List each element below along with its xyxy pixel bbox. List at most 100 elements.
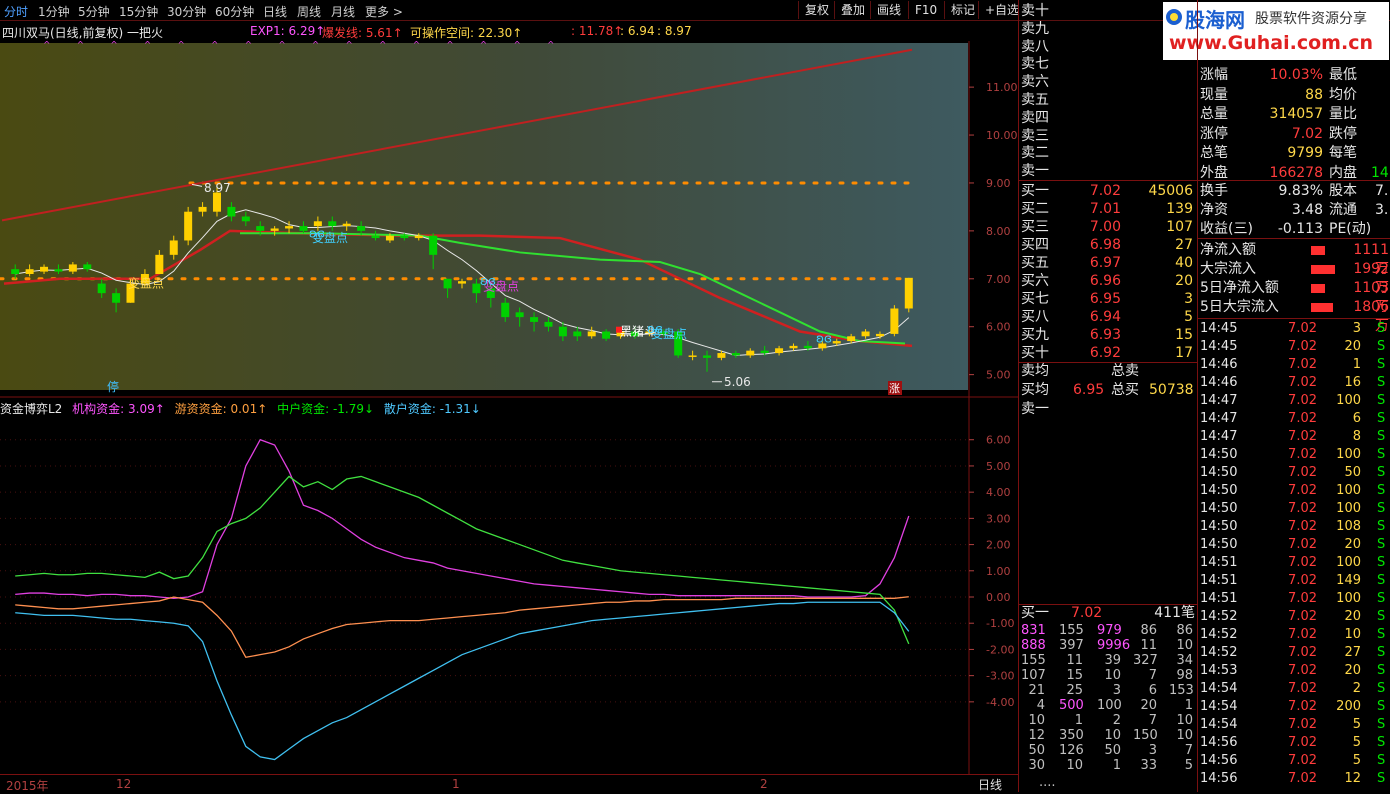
queue-cell: 888 (1021, 638, 1046, 653)
indicator-tick-label: 3.00 (986, 512, 1011, 525)
price-chart[interactable]: × × × × × × × × × × × × × × × × 11.00 10.00 9.00 8.00 7.00 6.… (0, 41, 1018, 398)
hot-fund-value: 游资资金: 0.01↑ (174, 402, 268, 416)
retail-fund-value: 散户资金: -1.31↓ (383, 402, 481, 416)
tab-30min[interactable]: 30分钟 (167, 3, 206, 20)
buy-level-row[interactable]: 买五 6.97 40 (1019, 254, 1197, 272)
tab-daily[interactable]: 日线 (263, 3, 287, 20)
buy-level-label: 买四 (1021, 237, 1049, 253)
tick-side: S (1377, 537, 1386, 552)
tick-price: 7.02 (1288, 339, 1317, 354)
value-1: : 11.78↑ (571, 24, 624, 38)
buy-avg-value: 6.95 (1073, 382, 1105, 398)
tick-side: S (1377, 663, 1386, 678)
candle[interactable] (184, 206, 193, 246)
tab-more[interactable]: 更多 > (365, 3, 403, 20)
tick-row: 14:45 7.02 3 S (1197, 320, 1390, 338)
price-tick-label: 6.00 (986, 321, 1011, 334)
top-marker: × (513, 41, 521, 47)
candle[interactable] (890, 305, 899, 337)
price-tick-label: 10.00 (986, 129, 1018, 142)
queue-cell: 1 (1074, 713, 1083, 728)
mark-button[interactable]: 标记 (944, 1, 981, 19)
tick-time: 14:47 (1200, 411, 1238, 426)
logo-cn: 股海网 (1185, 8, 1245, 32)
tick-row: 14:52 7.02 27 S (1197, 644, 1390, 662)
buy-level-row[interactable]: 买四 6.98 27 (1019, 236, 1197, 254)
tick-row: 14:52 7.02 20 S (1197, 608, 1390, 626)
queue-cell: 150 (1133, 728, 1158, 743)
f10-button[interactable]: F10 (908, 1, 943, 19)
tick-time: 14:52 (1200, 627, 1238, 642)
price-tick-label: 8.00 (986, 225, 1011, 238)
queue-cell: 11 (1066, 653, 1083, 668)
buy-avg-label: 买均 (1021, 382, 1049, 398)
candle[interactable] (904, 277, 913, 313)
tick-price: 7.02 (1288, 627, 1317, 642)
mid-fund-value: 中户资金: -1.79↓ (277, 402, 375, 416)
draw-line-button[interactable]: 画线 (870, 1, 907, 19)
tick-price: 7.02 (1288, 447, 1317, 462)
tick-side: S (1377, 753, 1386, 768)
buy-level-row[interactable]: 买七 6.95 3 (1019, 290, 1197, 308)
indicator-tick-label: 2.00 (986, 539, 1011, 552)
stat-label: 现量 (1200, 86, 1228, 103)
sell-level-label: 卖六 (1021, 74, 1049, 91)
tick-row: 14:50 7.02 20 S (1197, 536, 1390, 554)
stat-label: 涨幅 (1200, 67, 1228, 83)
buy-level-row[interactable]: 买三 7.00 107 (1019, 218, 1197, 236)
tick-row: 14:51 7.02 149 S (1197, 572, 1390, 590)
queue-cell: 1 (1112, 758, 1121, 773)
tick-volume: 100 (1336, 501, 1361, 516)
restore-rights-button[interactable]: 复权 (798, 1, 835, 19)
tick-row: 14:56 7.02 5 S (1197, 734, 1390, 752)
tick-time: 14:51 (1200, 555, 1238, 570)
buy-level-row[interactable]: 买十 6.92 17 (1019, 344, 1197, 362)
queue-cell: 6 (1148, 683, 1157, 698)
tab-monthly[interactable]: 月线 (331, 3, 355, 20)
indicator-chart[interactable]: 6.00 5.00 4.00 3.00 2.00 1.00 0.00 -1.00 -2.00 -3… (0, 398, 1018, 774)
queue-more[interactable]: .... (1039, 775, 1056, 790)
tick-price: 7.02 (1288, 717, 1317, 732)
queue-cell: 155 (1021, 653, 1046, 668)
flow-value: 1103万 (1353, 280, 1389, 315)
buy-level-label: 买五 (1021, 255, 1049, 271)
tick-time: 14:56 (1200, 735, 1238, 750)
flow-bar (1311, 284, 1325, 293)
buy-level-row[interactable]: 买六 6.96 20 (1019, 272, 1197, 290)
tick-row: 14:45 7.02 20 S (1197, 338, 1390, 356)
tick-side: S (1377, 555, 1386, 570)
tab-intraday[interactable]: 分时 (4, 3, 28, 20)
tick-volume: 5 (1352, 753, 1361, 768)
queue-cell: 25 (1066, 683, 1083, 698)
divider (1197, 318, 1390, 319)
tab-5min[interactable]: 5分钟 (78, 3, 110, 20)
tick-time: 14:50 (1200, 447, 1238, 462)
buy-level-volume: 20 (1175, 273, 1193, 289)
tick-row: 14:50 7.02 108 S (1197, 518, 1390, 536)
buy-level-row[interactable]: 买九 6.93 15 (1019, 326, 1197, 344)
queue-cell: 10 (1104, 668, 1121, 683)
buy-level-row[interactable]: 买一 7.02 45006 (1019, 182, 1197, 200)
tab-1min[interactable]: 1分钟 (38, 3, 70, 20)
tick-price: 7.02 (1288, 393, 1317, 408)
tab-60min[interactable]: 60分钟 (215, 3, 254, 20)
queue-cell: 33 (1140, 758, 1157, 773)
tick-side: S (1377, 483, 1386, 498)
tick-row: 14:54 7.02 5 S (1197, 716, 1390, 734)
queue-cell: 10 (1028, 713, 1045, 728)
stat-value: 314057 (1269, 106, 1323, 122)
stat-value: 9.83% (1278, 183, 1323, 199)
tick-side: S (1377, 393, 1386, 408)
overlay-button[interactable]: 叠加 (834, 1, 871, 19)
tick-volume: 12 (1344, 771, 1361, 786)
buy-level-row[interactable]: 买二 7.01 139 (1019, 200, 1197, 218)
tick-volume: 20 (1344, 609, 1361, 624)
tick-time: 14:56 (1200, 753, 1238, 768)
tick-volume: 20 (1344, 537, 1361, 552)
tab-15min[interactable]: 15分钟 (119, 3, 158, 20)
period-label[interactable]: 日线 (978, 776, 1002, 793)
buy-level-row[interactable]: 买八 6.94 5 (1019, 308, 1197, 326)
operable-space-value: 可操作空间: 22.30↑ (410, 26, 523, 40)
tab-weekly[interactable]: 周线 (297, 3, 321, 20)
tick-volume: 100 (1336, 483, 1361, 498)
